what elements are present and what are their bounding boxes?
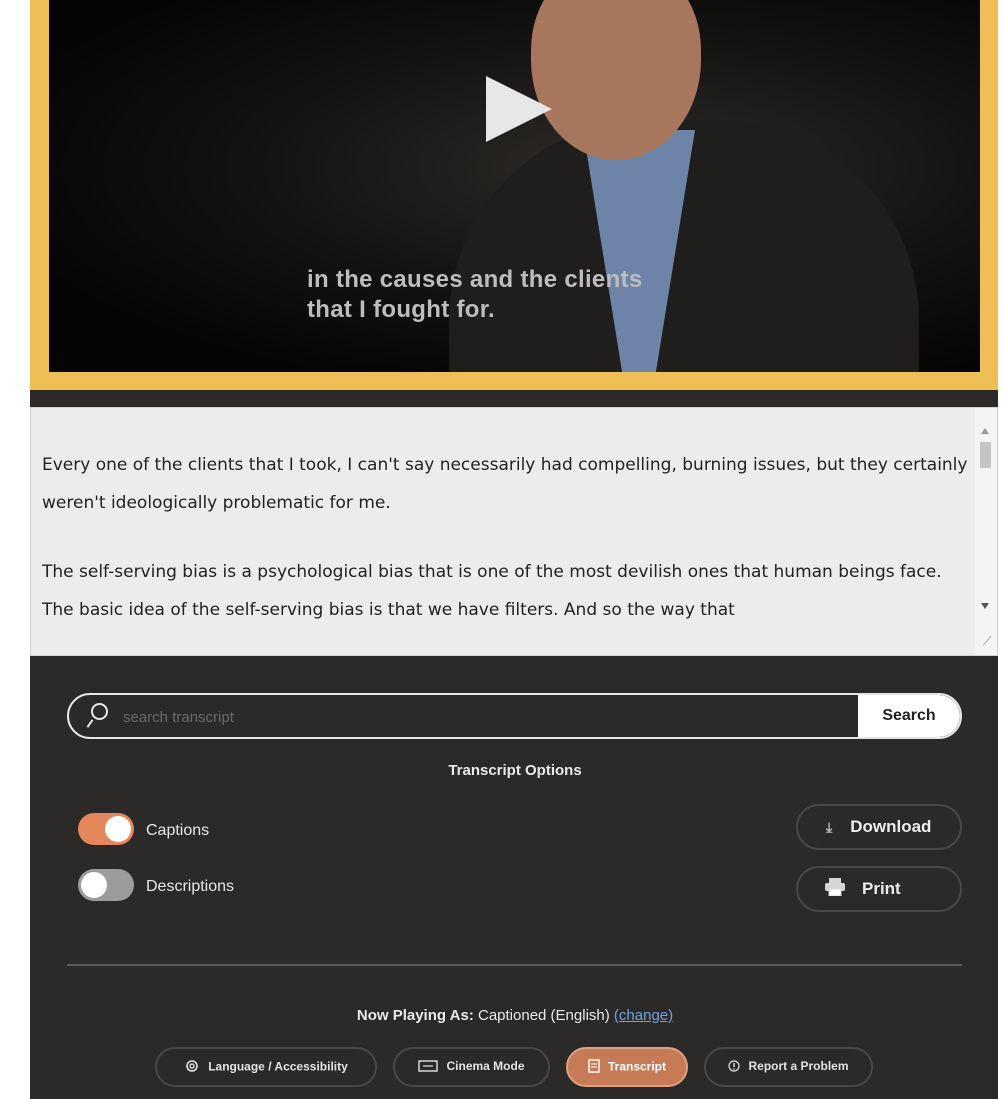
transcript-icon	[588, 1058, 600, 1076]
cinema-mode-button[interactable]: Cinema Mode	[393, 1047, 550, 1087]
scroll-thumb[interactable]	[980, 442, 991, 468]
descriptions-toggle[interactable]	[78, 869, 134, 901]
change-link[interactable]: (change)	[614, 1007, 673, 1024]
gear-icon	[184, 1058, 200, 1077]
transcript-button[interactable]: Transcript	[566, 1047, 688, 1087]
now-playing-line: Now Playing As: Captioned (English) (cha…	[0, 1007, 1004, 1024]
language-accessibility-button[interactable]: Language / Accessibility	[155, 1047, 377, 1087]
download-button[interactable]: ⤓ Download	[796, 804, 962, 850]
transcript-paragraph: Every one of the clients that I took, I …	[42, 455, 968, 513]
search-icon	[91, 703, 108, 720]
scroll-up-arrow-icon[interactable]	[981, 428, 989, 434]
video-player[interactable]: in the causes and the clients that I fou…	[49, 0, 980, 372]
now-playing-value: Captioned (English)	[478, 1007, 610, 1024]
transcript-options-title: Transcript Options	[448, 762, 582, 779]
info-icon	[728, 1060, 741, 1075]
captions-label: Captions	[146, 822, 210, 839]
search-input[interactable]	[121, 695, 861, 737]
descriptions-label: Descriptions	[146, 878, 235, 895]
transcript-box[interactable]: Every one of the clients that I took, I …	[30, 407, 998, 656]
print-button[interactable]: Print	[796, 866, 962, 912]
now-playing-label: Now Playing As:	[356, 1007, 474, 1024]
transcript-paragraph: The self-serving bias is a psychological…	[42, 562, 942, 620]
play-icon[interactable]	[486, 76, 552, 142]
cinema-mode-label: Cinema Mode	[446, 1059, 525, 1074]
language-accessibility-label: Language / Accessibility	[208, 1059, 348, 1074]
report-problem-label: Report a Problem	[748, 1059, 849, 1074]
video-caption-line-2: that I fought for.	[307, 296, 496, 323]
video-caption-line-1: in the causes and the clients	[307, 266, 643, 293]
transcript-scrollbar[interactable]: ⟋	[975, 408, 997, 655]
transcript-label: Transcript	[607, 1059, 667, 1074]
resize-grip-icon[interactable]: ⟋	[983, 634, 991, 649]
download-icon: ⤓	[826, 819, 833, 836]
section-divider	[67, 964, 962, 966]
toggle-knob	[81, 872, 107, 898]
cinema-icon	[418, 1059, 439, 1075]
print-label: Print	[862, 878, 901, 898]
toggle-knob	[105, 816, 131, 842]
download-label: Download	[850, 817, 932, 836]
scroll-down-arrow-icon[interactable]	[981, 603, 989, 609]
captions-toggle[interactable]	[78, 813, 134, 845]
printer-icon	[824, 877, 846, 901]
report-problem-button[interactable]: Report a Problem	[704, 1047, 873, 1087]
search-button[interactable]: Search	[858, 695, 960, 737]
search-bar: Search	[67, 693, 962, 739]
